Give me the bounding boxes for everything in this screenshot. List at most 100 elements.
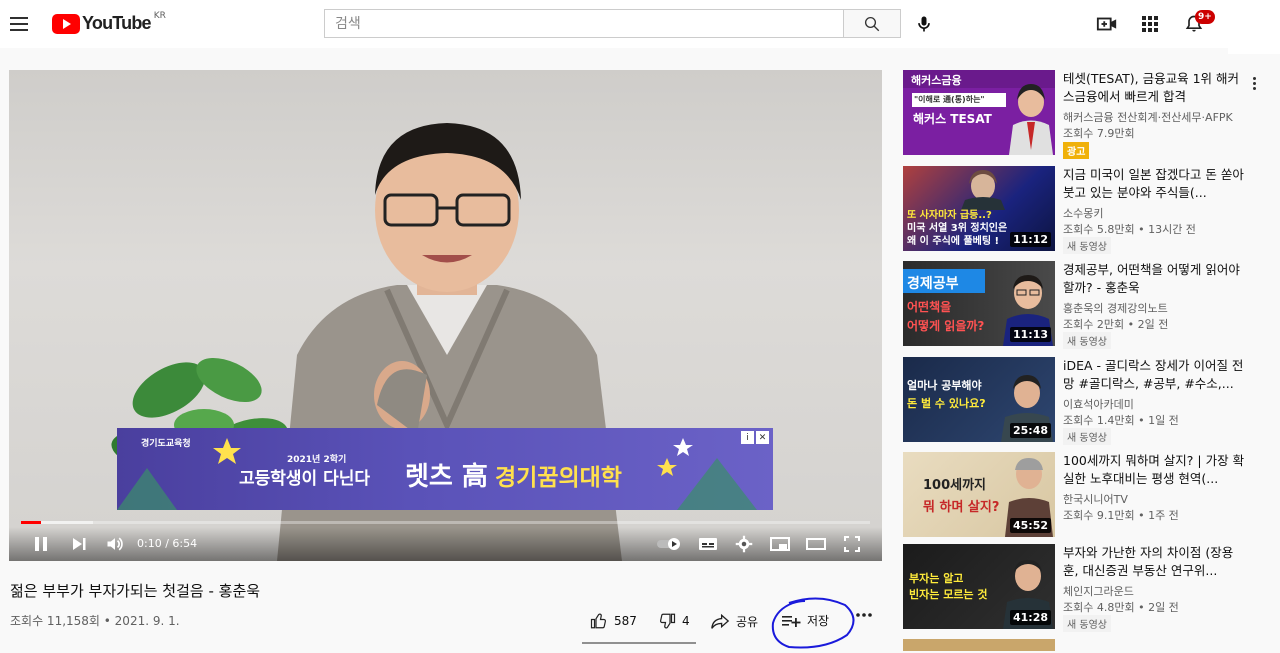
video-thumbnail[interactable]: 부자는 알고 빈자는 모르는 것 41:28 <box>903 544 1055 629</box>
share-icon <box>711 613 730 629</box>
video-duration: 11:12 <box>1009 232 1051 247</box>
presenter-image <box>1009 84 1053 155</box>
apps-button[interactable] <box>1138 12 1162 36</box>
more-vert-icon[interactable] <box>1247 74 1261 92</box>
gear-icon <box>735 535 753 553</box>
recommendation-title[interactable]: 부자와 가난한 자의 차이점 (장용훈, 대신증권 부동산 연구위... <box>1063 544 1248 580</box>
settings-button[interactable] <box>732 532 756 556</box>
dislike-button[interactable]: 4 <box>658 612 690 630</box>
like-button[interactable]: 587 <box>590 612 637 630</box>
next-button[interactable] <box>67 532 91 556</box>
thumb-text: 해커스금융 <box>911 74 962 87</box>
thumb-text: 왜 이 주식에 풀베팅 ! <box>907 236 1000 247</box>
pause-icon <box>35 537 47 551</box>
subtitles-icon <box>699 538 717 550</box>
recommendation-views: 조회수 9.1만회 • 1주 전 <box>1063 509 1179 522</box>
theater-mode-icon <box>806 538 826 550</box>
new-video-badge: 새 동영상 <box>1063 428 1111 445</box>
recommendation-channel[interactable]: 이효석아카데미 <box>1063 396 1134 412</box>
video-thumbnail[interactable]: 경제공부 어떤책을 어떻게 읽을까? 11:13 <box>903 261 1055 346</box>
volume-button[interactable] <box>103 532 127 556</box>
politician-image <box>961 170 1005 210</box>
video-thumbnail[interactable]: 100세까지 뭐 하며 살지? 45:52 <box>903 452 1055 537</box>
progress-bar[interactable] <box>21 521 870 524</box>
recommendation-item[interactable]: 부자는 알고 빈자는 모르는 것 41:28 부자와 가난한 자의 차이점 (장… <box>903 544 1253 632</box>
share-button[interactable]: 공유 <box>710 612 758 630</box>
recommendation-title[interactable]: 테셋(TESAT), 금융교육 1위 해커스금융에서 빠르게 합격 <box>1063 70 1248 106</box>
volume-icon <box>107 537 123 551</box>
search-input[interactable] <box>324 9 843 38</box>
miniplayer-icon <box>770 537 790 551</box>
thumbs-down-icon <box>660 613 676 629</box>
recommendation-item[interactable]: 경제공부 어떤책을 어떻게 읽을까? 11:13 경제공부, 어떤책을 어떻게 … <box>903 261 1253 349</box>
theater-mode-button[interactable] <box>804 532 828 556</box>
search-icon <box>864 16 880 31</box>
recommendation-title[interactable]: iDEA - 골디락스 장세가 이어질 전망 #골디락스, #공부, #수소,.… <box>1063 357 1248 393</box>
autoplay-toggle[interactable] <box>655 532 685 556</box>
create-button[interactable] <box>1095 12 1119 36</box>
top-bar: YouTube KR 9+ <box>0 0 1280 48</box>
thumb-text: 경제공부 <box>907 276 959 292</box>
next-icon <box>73 538 86 550</box>
progress-played <box>21 521 42 524</box>
autoplay-toggle-icon <box>657 538 680 550</box>
recommendation-item[interactable]: 100세까지 뭐 하며 살지? 45:52 100세까지 뭐하며 살지? | 가… <box>903 452 1253 540</box>
time-display: 0:10 / 6:54 <box>137 537 198 550</box>
ad-mid-text: 렛츠 高 <box>405 462 488 492</box>
new-video-badge: 새 동영상 <box>1063 237 1111 254</box>
ad-close-icon[interactable]: ✕ <box>756 431 769 444</box>
thumb-text: 얼마나 공부해야 <box>907 379 982 392</box>
more-actions-button[interactable] <box>855 612 873 618</box>
search-bar <box>324 9 901 38</box>
video-thumbnail[interactable]: 해커스금융 "이해로 通(통)하는" 해커스 TESAT <box>903 70 1055 155</box>
fullscreen-icon <box>844 536 860 552</box>
apps-icon <box>1142 16 1158 32</box>
ad-badge: 광고 <box>1063 142 1090 159</box>
overlay-ad-banner[interactable]: 경기도교육청 2021년 2학기 고등학생이 다닌다 렛츠 高 경기꿈의대학 i… <box>117 428 773 510</box>
new-video-badge: 새 동영상 <box>1063 615 1111 632</box>
video-title: 젊은 부부가 부자가되는 첫걸음 - 홍춘욱 <box>10 582 261 600</box>
recommendation-item[interactable]: 얼마나 공부해야 돈 벌 수 있나요? 25:48 iDEA - 골디락스 장세… <box>903 357 1253 445</box>
recommendation-item-partial[interactable] <box>903 639 1253 651</box>
recommendation-channel[interactable]: 체인지그라운드 <box>1063 583 1134 599</box>
video-thumbnail[interactable]: 얼마나 공부해야 돈 벌 수 있나요? 25:48 <box>903 357 1055 442</box>
pause-button[interactable] <box>29 532 53 556</box>
more-horizontal-icon <box>856 613 872 617</box>
share-label: 공유 <box>736 614 759 629</box>
thumb-text: 부자는 알고 <box>909 572 964 585</box>
recommendation-title[interactable]: 경제공부, 어떤책을 어떻게 읽어야할까? - 홍춘욱 <box>1063 261 1248 297</box>
subtitles-button[interactable] <box>696 532 720 556</box>
video-thumbnail[interactable] <box>903 639 1055 651</box>
recommendation-channel[interactable]: 소수몽키 <box>1063 205 1103 221</box>
thumb-text: 어떤책을 <box>907 300 952 314</box>
ad-logo-text: 경기도교육청 <box>141 439 191 449</box>
miniplayer-button[interactable] <box>768 532 792 556</box>
like-ratio-bar <box>582 642 696 644</box>
hand-drawn-circle-annotation <box>771 597 855 649</box>
thumb-text: 빈자는 모르는 것 <box>909 588 988 601</box>
voice-search-button[interactable] <box>912 12 936 36</box>
recommendation-channel[interactable]: 해커스금융 전산회계·전산세무·AFPK <box>1063 109 1233 125</box>
search-button[interactable] <box>843 9 901 38</box>
thumb-text: 해커스 TESAT <box>913 112 992 126</box>
header-edge <box>1228 48 1280 54</box>
thumb-text: "이해로 通(통)하는" <box>914 95 985 104</box>
video-thumbnail[interactable]: 또 사자마자 급등..? 미국 서열 3위 정치인은 왜 이 주식에 풀베팅 !… <box>903 166 1055 251</box>
video-duration: 25:48 <box>1009 423 1051 438</box>
ad-main-text: 고등학생이 다닌다 <box>239 469 371 489</box>
recommendation-title[interactable]: 지금 미국이 일본 잡겠다고 돈 쏟아붓고 있는 분야와 주식들(... <box>1063 166 1248 202</box>
recommendation-title[interactable]: 100세까지 뭐하며 살지? | 가장 확실한 노후대비는 평생 현역(... <box>1063 452 1248 488</box>
recommendation-channel[interactable]: 한국시니어TV <box>1063 491 1128 507</box>
recommendation-item[interactable]: 또 사자마자 급등..? 미국 서열 3위 정치인은 왜 이 주식에 풀베팅 !… <box>903 166 1253 254</box>
ad-info-icon[interactable]: i <box>741 431 754 444</box>
fullscreen-button[interactable] <box>840 532 864 556</box>
recommendation-channel[interactable]: 홍춘욱의 경제강의노트 <box>1063 300 1168 316</box>
recommendation-views: 조회수 4.8만회 • 2일 전 <box>1063 601 1179 614</box>
menu-icon[interactable] <box>10 12 32 36</box>
video-player[interactable]: 경기도교육청 2021년 2학기 고등학생이 다닌다 렛츠 高 경기꿈의대학 i… <box>9 70 882 561</box>
recommendation-item[interactable]: 해커스금융 "이해로 通(통)하는" 해커스 TESAT 테셋(TESAT), … <box>903 70 1256 159</box>
thumb-text: 어떻게 읽을까? <box>907 319 985 333</box>
video-meta: 조회수 11,158회 • 2021. 9. 1. <box>10 614 180 628</box>
dislike-count: 4 <box>682 614 690 628</box>
youtube-logo[interactable]: YouTube KR <box>52 11 166 34</box>
